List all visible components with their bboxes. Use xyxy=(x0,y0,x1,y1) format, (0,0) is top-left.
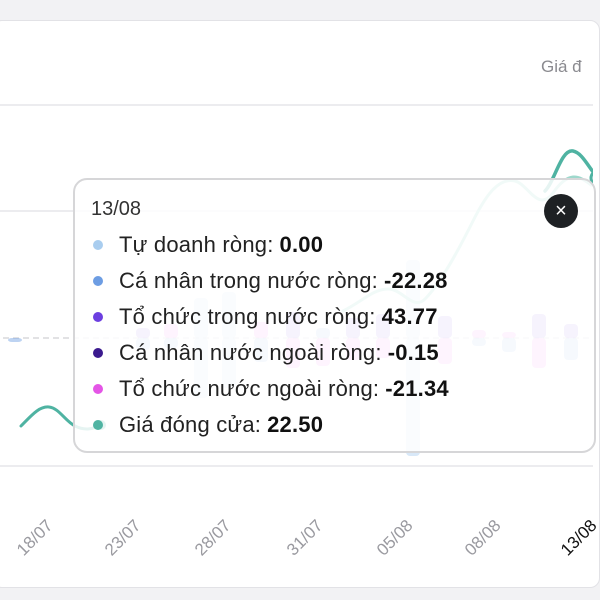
close-icon: × xyxy=(555,200,567,222)
tooltip-label: Tự doanh ròng: xyxy=(119,232,274,257)
tooltip-row-gia-dong-cua: Giá đóng cửa: 22.50 xyxy=(93,410,323,440)
tooltip-label: Cá nhân trong nước ròng: xyxy=(119,268,378,293)
tooltip-row-ca-nhan-trong-nuoc: Cá nhân trong nước ròng: -22.28 xyxy=(93,266,448,296)
net-flow-bar xyxy=(8,338,22,342)
tooltip-label: Cá nhân nước ngoài ròng: xyxy=(119,340,382,365)
tooltip-value: -21.34 xyxy=(385,376,449,401)
tooltip-value: -22.28 xyxy=(384,268,448,293)
tooltip-date: 13/08 xyxy=(91,198,142,220)
tooltip-label: Tổ chức trong nước ròng: xyxy=(119,304,376,329)
legend-dot-icon xyxy=(93,420,103,430)
tooltip-value: 22.50 xyxy=(267,412,324,437)
legend-dot-icon xyxy=(93,240,103,250)
tooltip-label: Giá đóng cửa: xyxy=(119,412,262,437)
tooltip-row-tu-doanh: Tự doanh ròng: 0.00 xyxy=(93,230,323,260)
legend-dot-icon xyxy=(93,312,103,322)
close-tooltip-button[interactable]: × xyxy=(544,194,578,228)
legend-dot-icon xyxy=(93,276,103,286)
tooltip-row-to-chuc-trong-nuoc: Tổ chức trong nước ròng: 43.77 xyxy=(93,302,438,332)
tooltip-row-ca-nhan-nuoc-ngoai: Cá nhân nước ngoài ròng: -0.15 xyxy=(93,338,439,368)
legend-dot-icon xyxy=(93,348,103,358)
tooltip: 13/08 Tự doanh ròng: 0.00 Cá nhân trong … xyxy=(73,178,596,453)
price-axis-label: Giá đ xyxy=(541,57,582,76)
legend-dot-icon xyxy=(93,384,103,394)
tooltip-value: 0.00 xyxy=(279,232,324,257)
tooltip-value: 43.77 xyxy=(381,304,438,329)
tooltip-row-to-chuc-nuoc-ngoai: Tổ chức nước ngoài ròng: -21.34 xyxy=(93,374,449,404)
tooltip-label: Tổ chức nước ngoài ròng: xyxy=(119,376,380,401)
tooltip-value: -0.15 xyxy=(387,340,439,365)
